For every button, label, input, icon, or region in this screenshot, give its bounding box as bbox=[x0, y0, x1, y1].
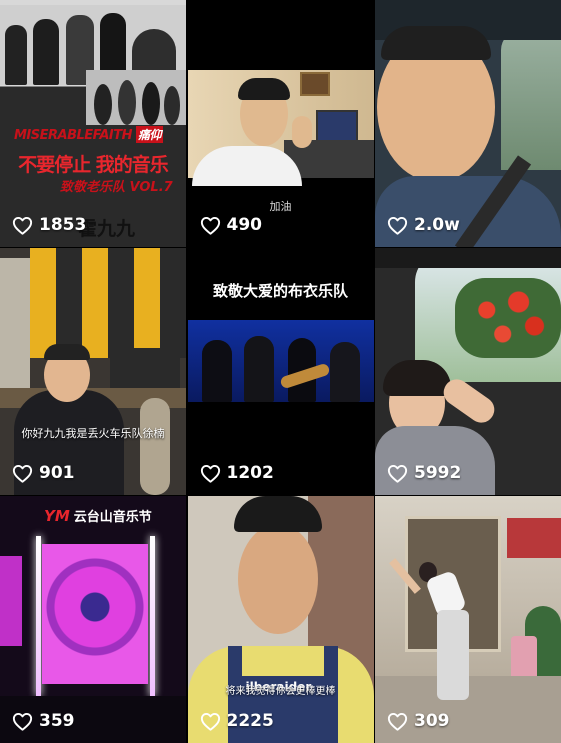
video-caption: 你好九九我是丢火车乐队徐楠 bbox=[21, 427, 165, 440]
video-caption: 将来我觉得你会更棒更棒 bbox=[225, 686, 336, 697]
band-member bbox=[5, 25, 27, 85]
video-tile-7[interactable]: YM 云台山音乐节 359 bbox=[0, 496, 186, 743]
like-count: 901 bbox=[12, 463, 75, 483]
video-caption: 加油 bbox=[269, 200, 292, 213]
like-count-value: 359 bbox=[39, 711, 75, 731]
like-count-value: 309 bbox=[414, 711, 450, 731]
heart-icon bbox=[12, 464, 33, 483]
logo-text: 云台山音乐节 bbox=[73, 510, 152, 525]
person-hair bbox=[237, 78, 290, 100]
band-member bbox=[94, 84, 112, 125]
logo-mark: YM bbox=[44, 506, 70, 525]
like-count: 2225 bbox=[200, 711, 274, 731]
overlay-name: 霍九九 bbox=[78, 218, 136, 240]
band-member bbox=[201, 340, 232, 402]
like-count-value: 490 bbox=[226, 215, 263, 235]
stage-light-bar-left bbox=[36, 536, 41, 696]
guitar bbox=[140, 398, 170, 495]
like-count-value: 1853 bbox=[39, 215, 87, 235]
video-tile-4[interactable]: 你好九九我是丢火车乐队徐楠 901 bbox=[0, 248, 186, 495]
heart-icon bbox=[387, 216, 408, 235]
video-tile-8[interactable]: ilberaider 将来我觉得你会更棒更棒 2225 bbox=[187, 496, 374, 743]
red-banner bbox=[507, 518, 561, 558]
person-hair bbox=[381, 26, 491, 60]
band-member bbox=[33, 19, 59, 85]
like-count: 2.0w bbox=[387, 215, 460, 235]
festival-logo: YM 云台山音乐节 bbox=[44, 506, 152, 526]
shelf bbox=[0, 258, 30, 398]
car-frame bbox=[375, 248, 561, 268]
like-count-value: 901 bbox=[39, 463, 75, 483]
band-member bbox=[329, 342, 360, 402]
heart-icon bbox=[200, 712, 220, 731]
like-count: 490 bbox=[200, 215, 263, 235]
video-tile-1[interactable]: MISERABLEFAITH 痛仰 不要停止 我的音乐 致敬老乐队 VOL.7 … bbox=[0, 0, 186, 247]
heart-icon bbox=[200, 216, 220, 235]
video-tile-2[interactable]: 加油 490 bbox=[187, 0, 374, 247]
like-count: 309 bbox=[387, 711, 450, 731]
equipment bbox=[110, 348, 180, 388]
band-photo-2 bbox=[86, 70, 186, 125]
video-tile-9[interactable]: 309 bbox=[375, 496, 561, 743]
band-name-cn: 痛仰 bbox=[136, 126, 164, 143]
car-window bbox=[501, 30, 561, 170]
band-member bbox=[118, 80, 136, 125]
person-hair bbox=[383, 360, 451, 396]
led-screen bbox=[42, 544, 148, 684]
heart-icon bbox=[387, 464, 408, 483]
heart-icon bbox=[12, 216, 33, 235]
like-count: 1853 bbox=[12, 215, 86, 235]
band-member bbox=[243, 336, 274, 402]
person-arm bbox=[438, 374, 500, 428]
heart-icon bbox=[387, 712, 408, 731]
stage-light-bar-right bbox=[150, 536, 155, 696]
person-face bbox=[237, 524, 318, 634]
like-count-value: 5992 bbox=[414, 463, 462, 483]
overall-strap-right bbox=[323, 646, 338, 686]
picture-frame bbox=[299, 72, 330, 96]
heart-icon bbox=[12, 712, 33, 731]
overall-strap-left bbox=[227, 646, 242, 686]
person-hand bbox=[291, 116, 312, 148]
video-grid: MISERABLEFAITH 痛仰 不要停止 我的音乐 致敬老乐队 VOL.7 … bbox=[0, 0, 561, 743]
band-member bbox=[164, 86, 180, 125]
video-tile-5[interactable]: 致敬大爱的布衣乐队 1202 bbox=[187, 248, 374, 495]
video-tile-6[interactable]: 5992 bbox=[375, 248, 561, 495]
poster-subtitle: 致敬老乐队 VOL.7 bbox=[60, 180, 173, 195]
like-count-value: 2225 bbox=[226, 711, 274, 731]
side-screen bbox=[0, 556, 22, 646]
poster-band-name: MISERABLEFAITH 痛仰 bbox=[14, 126, 174, 143]
poster-slogan: 不要停止 我的音乐 bbox=[18, 154, 169, 176]
person-jacket bbox=[375, 426, 495, 495]
video-title-text: 致敬大爱的布衣乐队 bbox=[212, 282, 348, 300]
like-count-value: 1202 bbox=[226, 463, 274, 483]
monitor bbox=[315, 110, 358, 142]
cap-icon bbox=[233, 496, 322, 532]
like-count-value: 2.0w bbox=[414, 215, 460, 235]
band-name-en: MISERABLEFAITH bbox=[14, 128, 133, 143]
like-count: 359 bbox=[12, 711, 75, 731]
stage-photo bbox=[187, 320, 374, 402]
band-member bbox=[142, 82, 160, 125]
person-hair bbox=[44, 344, 90, 360]
like-count: 5992 bbox=[387, 463, 461, 483]
heart-icon bbox=[200, 464, 220, 483]
dancer-legs bbox=[437, 610, 469, 700]
flower-bush bbox=[455, 278, 561, 358]
acoustic-panel-wall bbox=[30, 248, 186, 358]
video-tile-3[interactable]: 2.0w bbox=[375, 0, 561, 247]
like-count: 1202 bbox=[200, 463, 274, 483]
